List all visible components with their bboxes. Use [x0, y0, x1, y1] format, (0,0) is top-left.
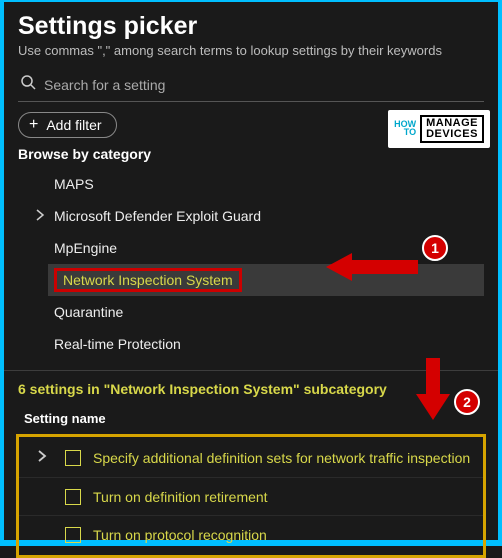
- column-header-setting-name[interactable]: Setting name: [24, 411, 484, 426]
- chevron-right-icon: [34, 208, 46, 224]
- page-subtitle: Use commas "," among search terms to loo…: [18, 43, 484, 58]
- chevron-right-icon[interactable]: [31, 449, 53, 467]
- page-title: Settings picker: [18, 12, 484, 41]
- category-item-maps[interactable]: MAPS: [54, 168, 484, 200]
- checkbox[interactable]: [65, 450, 81, 466]
- search-bar[interactable]: [18, 68, 484, 102]
- setting-row[interactable]: Turn on definition retirement: [19, 477, 483, 515]
- setting-label: Turn on protocol recognition: [93, 527, 267, 543]
- annotation-badge-1: 1: [422, 235, 448, 261]
- annotation-arrow-down-icon: [416, 358, 450, 420]
- add-filter-button[interactable]: + Add filter: [18, 112, 117, 138]
- checkbox[interactable]: [65, 489, 81, 505]
- results-highlight-box: Specify additional definition sets for n…: [16, 434, 486, 558]
- results-count: 6 settings in "Network Inspection System…: [18, 381, 484, 397]
- setting-label: Turn on definition retirement: [93, 489, 268, 505]
- annotation-arrow-left-icon: [326, 250, 418, 284]
- setting-row[interactable]: Turn on protocol recognition: [19, 515, 483, 553]
- category-item-quarantine[interactable]: Quarantine: [54, 296, 484, 328]
- category-item-network-inspection-system[interactable]: Network Inspection System: [48, 264, 484, 296]
- category-item-mpengine[interactable]: MpEngine: [54, 232, 484, 264]
- search-input[interactable]: [44, 77, 480, 93]
- category-item-realtime-protection[interactable]: Real-time Protection: [54, 328, 484, 360]
- search-icon: [20, 74, 36, 95]
- category-tree: MAPS Microsoft Defender Exploit Guard Mp…: [54, 168, 484, 360]
- setting-label: Specify additional definition sets for n…: [93, 450, 470, 466]
- selected-category-highlight: Network Inspection System: [54, 268, 242, 292]
- category-item-defender-exploit-guard[interactable]: Microsoft Defender Exploit Guard: [54, 200, 484, 232]
- browse-heading: Browse by category: [18, 146, 484, 162]
- annotation-badge-2: 2: [454, 389, 480, 415]
- checkbox[interactable]: [65, 527, 81, 543]
- setting-row[interactable]: Specify additional definition sets for n…: [19, 439, 483, 477]
- add-filter-label: Add filter: [46, 117, 101, 133]
- watermark-logo: HOWTO MANAGEDEVICES: [388, 110, 490, 148]
- plus-icon: +: [29, 117, 38, 133]
